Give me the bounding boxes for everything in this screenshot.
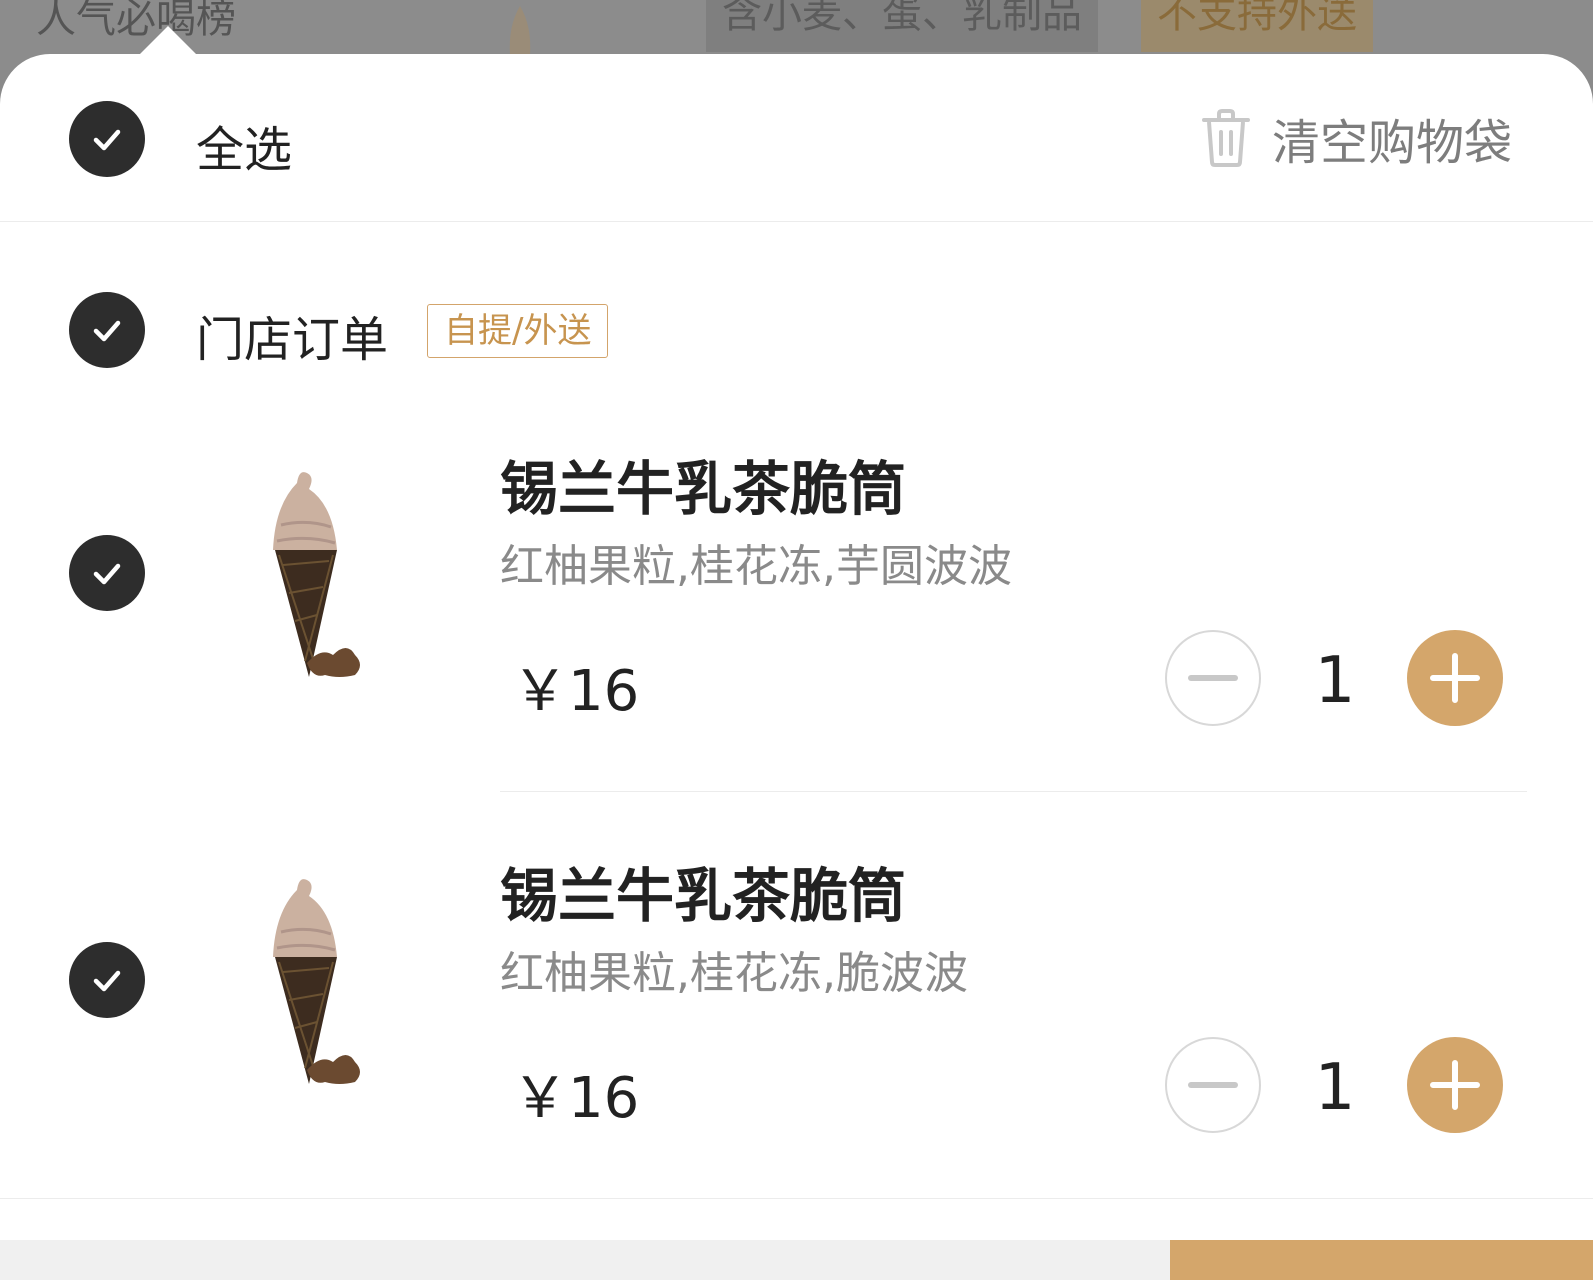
- item-price: ￥16: [512, 659, 640, 724]
- cart-summary-bar: [0, 1240, 1170, 1280]
- item-name: 锡兰牛乳茶脆筒: [500, 455, 907, 523]
- clear-cart-button[interactable]: 清空购物袋: [1200, 100, 1512, 176]
- store-order-checkbox[interactable]: [69, 292, 145, 368]
- decrease-quantity-button[interactable]: [1165, 1037, 1261, 1133]
- increase-quantity-button[interactable]: [1407, 630, 1503, 726]
- item-quantity: 1: [1314, 644, 1356, 718]
- select-all-label[interactable]: 全选: [196, 110, 292, 180]
- plus-icon: [1430, 653, 1480, 703]
- background-product-image: [509, 6, 531, 56]
- product-image: [273, 879, 360, 1084]
- item-divider: [500, 791, 1527, 792]
- background-delivery-tag: 不支持外送: [1141, 0, 1373, 52]
- checkout-button[interactable]: [1170, 1240, 1593, 1280]
- clear-cart-label: 清空购物袋: [1272, 115, 1513, 171]
- header-divider: [0, 221, 1593, 222]
- check-icon: [93, 320, 121, 342]
- check-icon: [93, 970, 121, 992]
- item-checkbox[interactable]: [69, 535, 145, 611]
- plus-icon: [1430, 1060, 1480, 1110]
- increase-quantity-button[interactable]: [1407, 1037, 1503, 1133]
- list-bottom-divider: [0, 1198, 1593, 1199]
- product-image: [273, 472, 360, 677]
- item-options: 红柚果粒,桂花冻,芋圆波波: [500, 541, 1012, 592]
- item-price: ￥16: [512, 1066, 640, 1131]
- background-category-title: 人气必喝榜: [36, 0, 236, 42]
- minus-icon: [1188, 675, 1238, 681]
- trash-icon: [1202, 109, 1250, 167]
- item-quantity: 1: [1314, 1051, 1356, 1125]
- item-name: 锡兰牛乳茶脆筒: [500, 862, 907, 930]
- minus-icon: [1188, 1082, 1238, 1088]
- decrease-quantity-button[interactable]: [1165, 630, 1261, 726]
- sheet-pointer: [140, 26, 196, 54]
- store-order-label: 门店订单: [196, 312, 389, 368]
- item-options: 红柚果粒,桂花冻,脆波波: [500, 948, 968, 999]
- item-checkbox[interactable]: [69, 942, 145, 1018]
- check-icon: [93, 563, 121, 585]
- select-all-checkbox[interactable]: [69, 101, 145, 177]
- pickup-delivery-tag: 自提/外送: [427, 304, 609, 358]
- background-allergen-tag: 含小麦、蛋、乳制品: [706, 0, 1098, 52]
- check-icon: [93, 129, 121, 151]
